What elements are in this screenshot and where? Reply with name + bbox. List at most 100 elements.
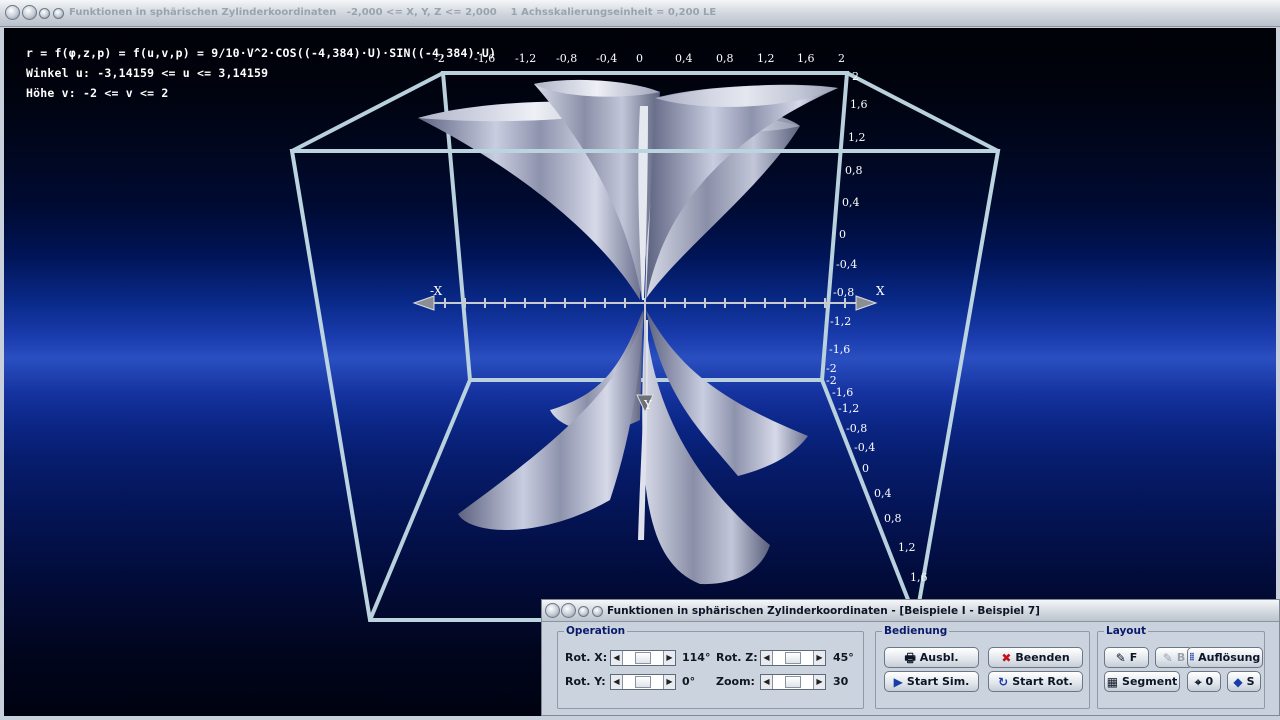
right-tick-label: 0 <box>839 228 846 241</box>
top-tick-label: -0,8 <box>556 52 578 65</box>
depth-tick-label: -0,8 <box>846 422 868 435</box>
grid-lines-icon: ⦙⦙ <box>1189 651 1195 663</box>
zoom-label: Zoom: <box>716 675 755 688</box>
right-tick-label: 0,8 <box>845 164 863 177</box>
s-button[interactable]: ◆ S <box>1227 671 1261 692</box>
crosshair-icon: ⌖ <box>1194 674 1202 689</box>
panel-maximize-button[interactable] <box>578 606 589 617</box>
top-tick-label: -0,4 <box>596 52 618 65</box>
rot-y-label: Rot. Y: <box>565 675 606 688</box>
rot-y-left-arrow[interactable]: ◀ <box>611 675 623 689</box>
rot-x-value: 114° <box>682 651 711 664</box>
window-icon <box>53 8 64 19</box>
cube-icon: ◆ <box>1233 674 1243 689</box>
main-window-title: Funktionen in sphärischen Zylinderkoordi… <box>69 7 717 18</box>
f-button[interactable]: ✎ F <box>1104 647 1149 668</box>
segment-button[interactable]: ▦ Segment <box>1104 671 1180 692</box>
x-axis-pos-label: X <box>876 284 885 298</box>
rot-z-label: Rot. Z: <box>716 651 758 664</box>
operation-group: Operation Rot. X: ◀ ▶ 114° Rot. Y: ◀ ▶ 0… <box>557 625 864 709</box>
table-icon: ▦ <box>1106 674 1119 689</box>
top-tick-label: 2 <box>838 52 845 65</box>
rot-z-thumb[interactable] <box>785 652 801 664</box>
panel-minimize-button[interactable] <box>561 603 576 618</box>
depth-tick-label: 0 <box>862 462 869 475</box>
depth-tick-label: -1,6 <box>832 386 854 399</box>
right-tick-label: -1,6 <box>829 343 851 356</box>
right-tick-label: 0,4 <box>842 196 860 209</box>
angle-range-text: Winkel u: -3,14159 <= u <= 3,14159 <box>26 66 269 80</box>
zoom-left-arrow[interactable]: ◀ <box>761 675 773 689</box>
origin-label: 0 <box>1205 675 1214 688</box>
top-tick-label: -2 <box>434 52 445 65</box>
y-axis-label: Y <box>644 398 652 412</box>
formula-text: r = f(φ,z,p) = f(u,v,p) = 9/10·V^2·COS((… <box>26 46 497 60</box>
f-label: F <box>1129 651 1138 664</box>
top-tick-label: 0 <box>636 52 643 65</box>
rot-x-right-arrow[interactable]: ▶ <box>663 651 675 665</box>
rot-y-right-arrow[interactable]: ▶ <box>663 675 675 689</box>
top-tick-label: -1,6 <box>474 52 496 65</box>
control-panel: Funktionen in sphärischen Zylinderkoordi… <box>541 599 1280 716</box>
zoom-right-arrow[interactable]: ▶ <box>813 675 825 689</box>
minimize-button[interactable] <box>22 5 37 20</box>
close-icon: ✖ <box>1001 650 1012 665</box>
rot-x-thumb[interactable] <box>635 652 651 664</box>
x-axis-neg-label: -X <box>430 284 443 298</box>
surface-upper <box>418 79 838 301</box>
rot-x-slider[interactable]: ◀ ▶ <box>610 650 676 666</box>
b-label: B <box>1176 651 1186 664</box>
operation-legend: Operation <box>564 625 628 637</box>
surface-lower <box>458 310 808 585</box>
origin-button[interactable]: ⌖ 0 <box>1187 671 1221 692</box>
depth-tick-label: 1,2 <box>898 541 916 554</box>
panel-title: Funktionen in sphärischen Zylinderkoordi… <box>607 605 1040 617</box>
beenden-button[interactable]: ✖ Beenden <box>988 647 1083 668</box>
zoom-slider[interactable]: ◀ ▶ <box>760 674 826 690</box>
top-tick-label: -1,2 <box>515 52 537 65</box>
play-icon: ▶ <box>893 674 903 689</box>
panel-titlebar[interactable]: Funktionen in sphärischen Zylinderkoordi… <box>542 600 1279 622</box>
paint-icon: ✎ <box>1162 650 1173 665</box>
right-tick-label: -1,2 <box>830 315 852 328</box>
brush-icon: ✎ <box>1115 650 1126 665</box>
start-rot-button[interactable]: ↻ Start Rot. <box>988 671 1083 692</box>
rot-y-slider[interactable]: ◀ ▶ <box>610 674 676 690</box>
rot-x-left-arrow[interactable]: ◀ <box>611 651 623 665</box>
zoom-thumb[interactable] <box>785 676 801 688</box>
rot-z-left-arrow[interactable]: ◀ <box>761 651 773 665</box>
top-tick-label: 1,6 <box>797 52 815 65</box>
layout-legend: Layout <box>1104 625 1149 637</box>
rot-y-value: 0° <box>682 675 696 688</box>
main-titlebar[interactable]: Funktionen in sphärischen Zylinderkoordi… <box>0 0 1280 27</box>
right-tick-label: 2 <box>852 70 859 83</box>
rot-z-right-arrow[interactable]: ▶ <box>813 651 825 665</box>
maximize-button[interactable] <box>39 8 50 19</box>
top-tick-label: 0,4 <box>675 52 693 65</box>
beenden-label: Beenden <box>1015 651 1070 664</box>
s-label: S <box>1246 675 1255 688</box>
depth-tick-label: 0,4 <box>874 487 892 500</box>
top-tick-label: 0,8 <box>716 52 734 65</box>
start-sim-label: Start Sim. <box>906 675 970 688</box>
right-tick-label: -0,8 <box>833 286 855 299</box>
right-tick-label: -0,4 <box>836 258 858 271</box>
top-tick-label: 1,2 <box>757 52 775 65</box>
rot-z-slider[interactable]: ◀ ▶ <box>760 650 826 666</box>
ausbl-button[interactable]: 🖶 Ausbl. <box>884 647 979 668</box>
right-tick-label: 1,2 <box>848 131 866 144</box>
start-rot-label: Start Rot. <box>1012 675 1073 688</box>
window-menu-button[interactable] <box>5 5 20 20</box>
depth-tick-label: -0,4 <box>854 441 876 454</box>
rot-z-value: 45° <box>833 651 854 664</box>
layout-group: Layout ✎ F ✎ B ⦙⦙ Auflösung ▦ Segment ⌖ … <box>1097 625 1265 709</box>
zoom-value: 30 <box>833 675 849 688</box>
segment-label: Segment <box>1122 675 1178 688</box>
aufloesung-button[interactable]: ⦙⦙ Auflösung <box>1187 647 1263 668</box>
ausbl-label: Ausbl. <box>919 651 959 664</box>
bedienung-group: Bedienung 🖶 Ausbl. ✖ Beenden ▶ Start Sim… <box>875 625 1090 709</box>
panel-menu-button[interactable] <box>545 603 560 618</box>
rot-y-thumb[interactable] <box>635 676 651 688</box>
start-sim-button[interactable]: ▶ Start Sim. <box>884 671 979 692</box>
print-preview-icon: 🖶 <box>904 650 916 665</box>
